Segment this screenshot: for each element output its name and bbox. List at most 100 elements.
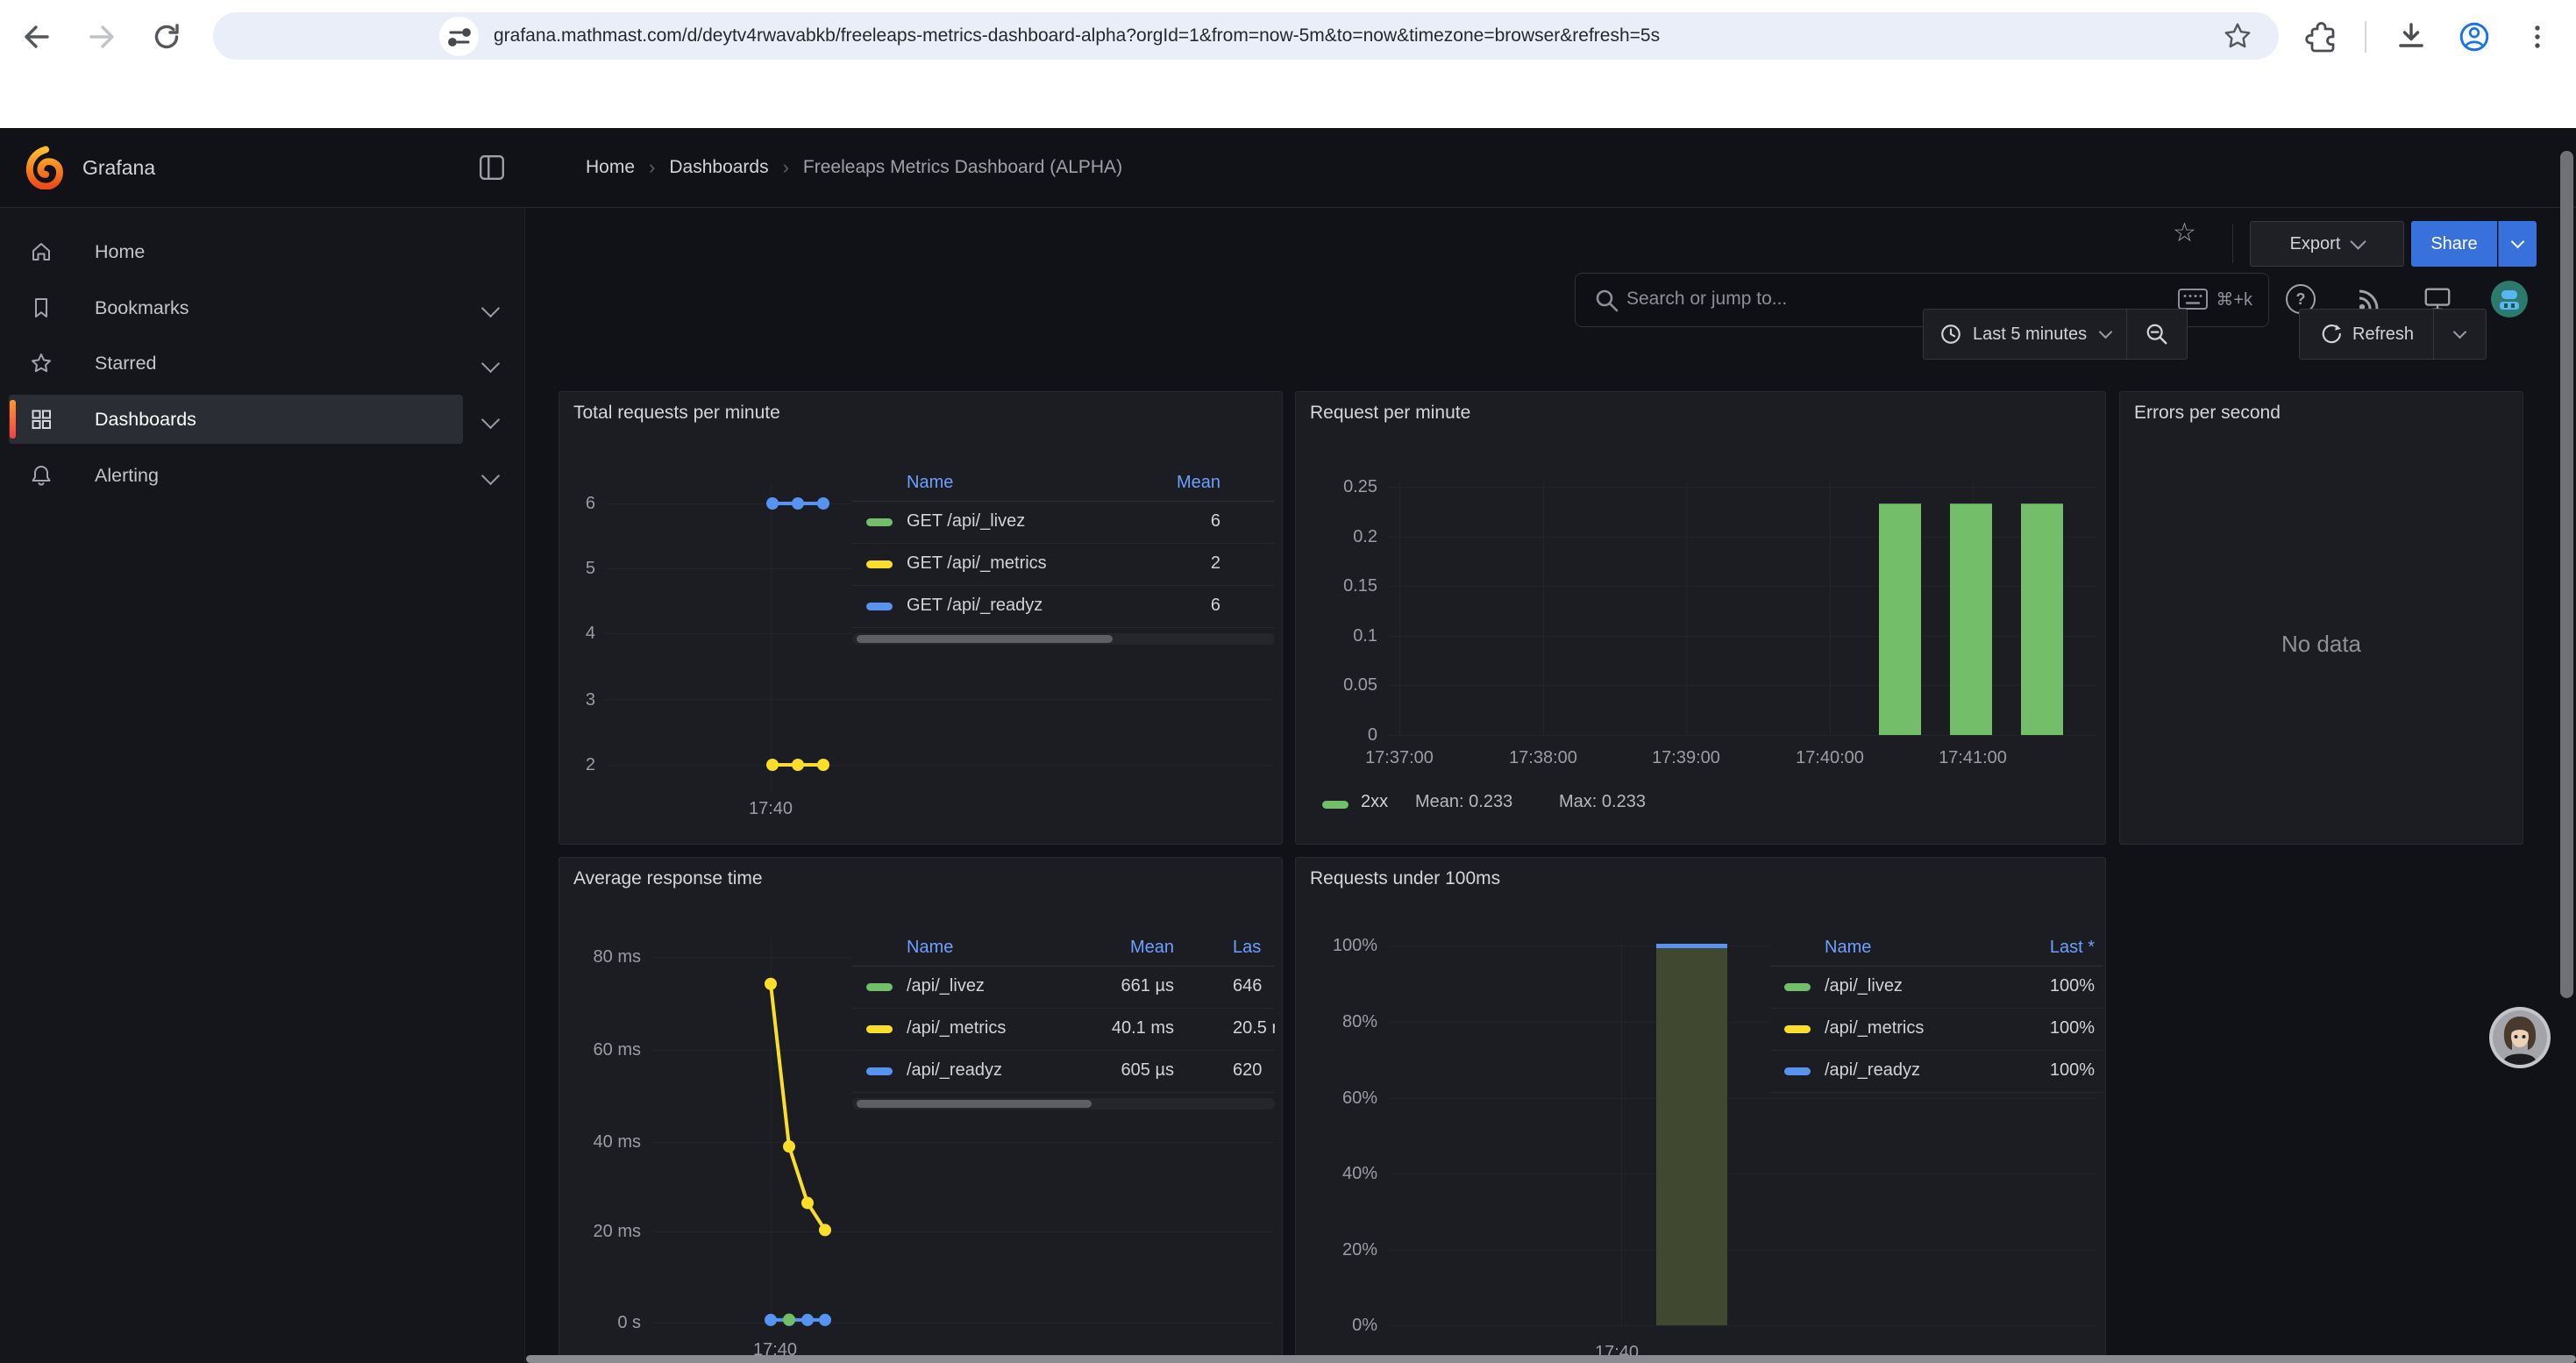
assistant-floating-avatar[interactable] — [2488, 1006, 2551, 1069]
scrollbar-thumb[interactable] — [857, 635, 1113, 643]
sidebar-item-home[interactable]: Home — [9, 227, 463, 276]
horizontal-scrollbar[interactable] — [526, 1355, 2576, 1363]
gridline — [1388, 735, 2098, 736]
site-info-icon[interactable] — [439, 17, 479, 56]
gridline — [1388, 1250, 2098, 1251]
series-name[interactable]: /api/_metrics — [1825, 1018, 1924, 1038]
series-mean: 661 µs — [1121, 976, 1174, 996]
series-name[interactable]: GET /api/_metrics — [907, 553, 1047, 574]
legend-row[interactable]: /api/_livez 100% — [1770, 967, 2103, 1009]
legend-table: Name Last * /api/_livez 100% /api/_metri… — [1770, 932, 2103, 1093]
legend-col-mean[interactable]: Mean — [1130, 938, 1174, 958]
series-mean: 6 — [1211, 511, 1220, 532]
legend-header: Name Mean — [852, 467, 1275, 502]
dashboards-icon — [30, 408, 53, 431]
legend-row[interactable]: /api/_livez 661 µs 646 — [852, 967, 1275, 1009]
series-name[interactable]: /api/_metrics — [907, 1018, 1006, 1038]
url-bar[interactable]: grafana.mathmast.com/d/deytv4rwavabkb/fr… — [213, 12, 2279, 60]
breadcrumb-dashboards[interactable]: Dashboards — [669, 157, 768, 178]
gridline — [1388, 487, 2098, 488]
panel-title[interactable]: Errors per second — [2134, 403, 2281, 424]
chevron-down-icon[interactable] — [481, 354, 500, 373]
refresh-button[interactable]: Refresh — [2300, 310, 2433, 359]
panel-title[interactable]: Request per minute — [1310, 403, 1470, 424]
back-button[interactable] — [18, 18, 56, 56]
favorite-dashboard-button[interactable]: ☆ — [2173, 218, 2196, 248]
series-name[interactable]: 2xx — [1361, 792, 1388, 812]
gridline — [1388, 1098, 2098, 1099]
share-menu-button[interactable] — [2498, 221, 2537, 267]
forward-icon — [86, 21, 117, 53]
bookmark-star-button[interactable] — [2223, 21, 2252, 51]
browser-toolbar: grafana.mathmast.com/d/deytv4rwavabkb/fr… — [0, 0, 2576, 74]
zoom-out-button[interactable] — [2127, 310, 2187, 359]
legend-col-mean[interactable]: Mean — [1177, 473, 1220, 493]
legend-scrollbar[interactable] — [852, 633, 1275, 645]
vertical-scrollbar[interactable] — [2560, 151, 2573, 998]
series-mean: 40.1 ms — [1112, 1018, 1174, 1038]
grafana-logo[interactable] — [25, 146, 65, 189]
chevron-down-icon[interactable] — [481, 410, 500, 429]
time-range-picker[interactable]: Last 5 minutes — [1924, 310, 2126, 359]
legend-col-name[interactable]: Name — [907, 473, 953, 493]
legend-row[interactable]: /api/_readyz 605 µs 620 — [852, 1051, 1275, 1093]
panel-title[interactable]: Average response time — [573, 868, 763, 889]
series-name[interactable]: GET /api/_readyz — [907, 596, 1042, 616]
legend-row[interactable]: GET /api/_livez 6 — [852, 502, 1275, 544]
sidebar-item-alerting[interactable]: Alerting — [9, 451, 463, 500]
scrollbar-thumb[interactable] — [857, 1100, 1092, 1108]
legend-row[interactable]: GET /api/_readyz 6 — [852, 586, 1275, 628]
browser-menu-button[interactable] — [2518, 18, 2557, 56]
breadcrumb-home[interactable]: Home — [586, 157, 635, 178]
url-text[interactable]: grafana.mathmast.com/d/deytv4rwavabkb/fr… — [494, 12, 1660, 60]
brand-name[interactable]: Grafana — [82, 128, 155, 207]
legend-row[interactable]: /api/_metrics 40.1 ms 20.5 r — [852, 1009, 1275, 1051]
legend-col-name[interactable]: Name — [907, 938, 953, 958]
share-button[interactable]: Share — [2411, 221, 2497, 267]
y-tick: 2 — [559, 753, 595, 776]
forward-button[interactable] — [82, 18, 121, 56]
y-tick: 40% — [1296, 1162, 1377, 1185]
user-avatar[interactable] — [2491, 281, 2528, 318]
extensions-button[interactable] — [2302, 18, 2340, 56]
y-tick: 20 ms — [559, 1220, 641, 1243]
downloads-button[interactable] — [2392, 18, 2430, 56]
profile-button[interactable] — [2455, 18, 2494, 56]
series-name[interactable]: /api/_livez — [907, 976, 985, 996]
chevron-down-icon[interactable] — [481, 299, 500, 318]
chevron-down-icon[interactable] — [481, 467, 500, 485]
toolbar-divider — [2365, 21, 2366, 53]
y-tick: 4 — [559, 622, 595, 645]
series-name[interactable]: /api/_livez — [1825, 976, 1903, 996]
legend-row[interactable]: /api/_metrics 100% — [1770, 1009, 2103, 1051]
chevron-down-icon — [2511, 234, 2525, 248]
kebab-menu-icon — [2522, 21, 2553, 53]
bookmarks-bar: Freeleaps 收藏博客 — [0, 74, 2576, 129]
legend-col-last[interactable]: Las — [1233, 938, 1261, 958]
series-name[interactable]: /api/_readyz — [1825, 1060, 1920, 1081]
panel-title[interactable]: Total requests per minute — [573, 403, 780, 424]
series-mean: Mean: 0.233 — [1415, 792, 1512, 812]
panel-title[interactable]: Requests under 100ms — [1310, 868, 1500, 889]
gridline — [1621, 941, 1622, 1325]
sidebar-item-bookmarks[interactable]: Bookmarks — [9, 283, 463, 332]
dock-menu-toggle[interactable] — [478, 153, 506, 182]
sidebar-item-dashboards[interactable]: Dashboards — [9, 395, 463, 444]
legend-col-last[interactable]: Last * — [2050, 938, 2095, 958]
reload-button[interactable] — [147, 18, 186, 56]
y-tick: 0.25 — [1296, 475, 1377, 498]
gridline — [1399, 482, 1400, 735]
series-color-pill — [866, 560, 893, 568]
export-button[interactable]: Export — [2250, 221, 2404, 267]
legend-col-name[interactable]: Name — [1825, 938, 1871, 958]
legend-row[interactable]: GET /api/_metrics 2 — [852, 544, 1275, 586]
clock-icon — [1939, 323, 1962, 346]
refresh-label: Refresh — [2352, 325, 2414, 345]
sidebar-item-starred[interactable]: Starred — [9, 339, 463, 388]
series-color-pill — [1784, 1025, 1811, 1033]
legend-row[interactable]: /api/_readyz 100% — [1770, 1051, 2103, 1093]
series-name[interactable]: GET /api/_livez — [907, 511, 1025, 532]
legend-scrollbar[interactable] — [852, 1098, 1275, 1110]
series-name[interactable]: /api/_readyz — [907, 1060, 1002, 1081]
refresh-interval-button[interactable] — [2434, 310, 2486, 359]
